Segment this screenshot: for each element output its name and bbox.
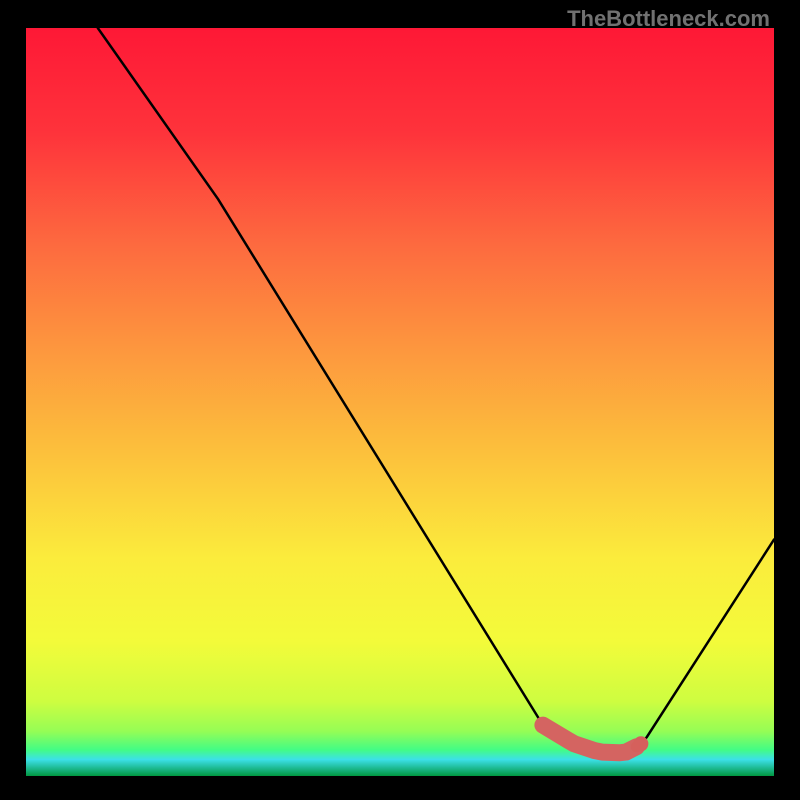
- chart-frame: [26, 28, 774, 776]
- gradient-background: [26, 28, 774, 776]
- valley-dot: [633, 736, 648, 751]
- bottleneck-chart: [26, 28, 774, 776]
- attribution-text: TheBottleneck.com: [567, 6, 770, 32]
